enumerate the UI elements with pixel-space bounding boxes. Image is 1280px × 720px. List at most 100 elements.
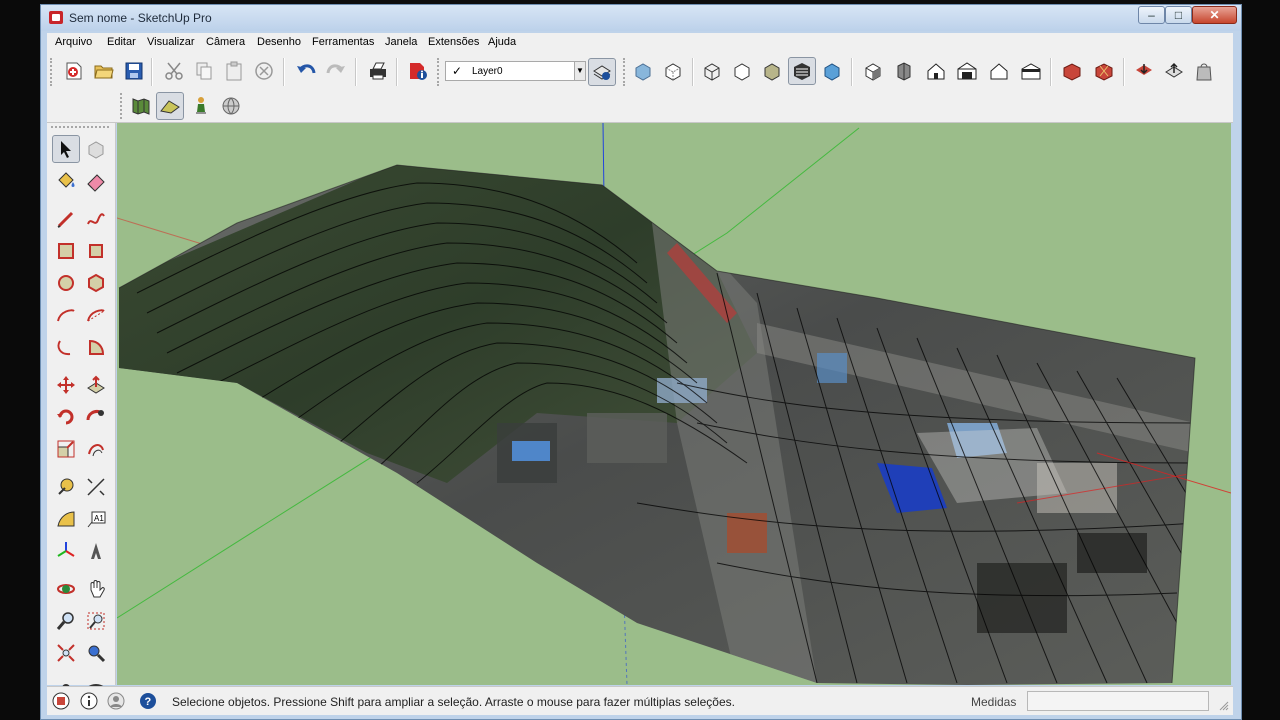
protractor-icon[interactable] [52, 505, 80, 533]
model-viewport[interactable]: Image © 2015 DigitalGlobe | Terrametrics… [117, 123, 1231, 685]
menu-arquivo[interactable]: Arquivo [55, 36, 92, 48]
eraser-icon[interactable] [82, 167, 110, 195]
three-point-arc-icon[interactable] [52, 333, 80, 361]
menu-camera[interactable]: Câmera [206, 36, 245, 48]
rotated-rectangle-icon[interactable] [82, 237, 110, 265]
select-icon[interactable] [52, 135, 80, 163]
toolbar-grip[interactable] [50, 58, 55, 86]
palette-grip[interactable] [51, 126, 109, 131]
left-view-icon[interactable] [1017, 57, 1045, 85]
push-pull-icon[interactable] [82, 371, 110, 399]
iso-view-icon[interactable] [859, 57, 887, 85]
back-view-icon[interactable] [985, 57, 1013, 85]
freehand-icon[interactable] [82, 205, 110, 233]
shaded-textures-icon[interactable] [788, 57, 816, 85]
front-view-icon[interactable] [922, 57, 950, 85]
shaded-icon[interactable] [758, 57, 786, 85]
maximize-button[interactable]: □ [1165, 6, 1192, 24]
close-button[interactable]: ✕ [1192, 6, 1237, 24]
dimension-icon[interactable] [82, 473, 110, 501]
toggle-terrain-icon[interactable] [156, 92, 184, 120]
axes-icon[interactable] [52, 537, 80, 565]
toolbar-separator [283, 58, 285, 86]
sketchup-logo-icon [49, 11, 63, 24]
rotate-icon[interactable] [52, 403, 80, 431]
zoom-window-icon[interactable] [82, 607, 110, 635]
back-edges-icon[interactable] [659, 57, 687, 85]
layer-select[interactable]: ✓ Layer0 [445, 61, 575, 81]
measurements-input[interactable] [1027, 691, 1209, 711]
title-bar[interactable]: Sem nome - SketchUp Pro – □ ✕ [41, 5, 1241, 31]
resize-grip-icon[interactable] [1219, 701, 1229, 711]
share-model-icon[interactable] [1160, 57, 1188, 85]
extension-warehouse-icon[interactable] [1090, 57, 1118, 85]
paste-icon[interactable] [220, 57, 248, 85]
credits-icon[interactable] [80, 692, 98, 710]
redo-icon[interactable] [322, 57, 350, 85]
street-view-icon[interactable] [217, 92, 245, 120]
two-point-arc-icon[interactable] [82, 301, 110, 329]
status-message: Selecione objetos. Pressione Shift para … [172, 695, 735, 709]
make-component-icon[interactable] [82, 135, 110, 163]
scale-icon[interactable] [52, 435, 80, 463]
monochrome-icon[interactable] [818, 57, 846, 85]
copy-icon[interactable] [190, 57, 218, 85]
add-location-icon[interactable] [127, 92, 155, 120]
user-account-icon[interactable] [107, 692, 125, 710]
right-view-icon[interactable] [953, 57, 981, 85]
svg-text:A1: A1 [94, 514, 104, 523]
toolbar-grip[interactable] [437, 58, 442, 86]
menu-desenho[interactable]: Desenho [257, 36, 301, 48]
model-info-icon[interactable] [404, 57, 432, 85]
menu-ferramentas[interactable]: Ferramentas [312, 36, 374, 48]
polygon-icon[interactable] [82, 269, 110, 297]
menu-janela[interactable]: Janela [385, 36, 417, 48]
get-models-icon[interactable] [1130, 57, 1158, 85]
paint-bucket-icon[interactable] [52, 167, 80, 195]
location-toolbar [47, 90, 1233, 123]
xray-icon[interactable] [629, 57, 657, 85]
menu-editar[interactable]: Editar [107, 36, 136, 48]
menu-extensoes[interactable]: Extensões [428, 36, 479, 48]
zoom-icon[interactable] [52, 607, 80, 635]
pie-icon[interactable] [82, 333, 110, 361]
hidden-line-icon[interactable] [728, 57, 756, 85]
minimize-button[interactable]: – [1138, 6, 1165, 24]
top-view-icon[interactable] [890, 57, 918, 85]
wireframe-icon[interactable] [698, 57, 726, 85]
line-icon[interactable] [52, 205, 80, 233]
toolbar-grip[interactable] [623, 58, 628, 86]
help-icon[interactable]: ? [139, 692, 157, 710]
zoom-extents-icon[interactable] [52, 639, 80, 667]
open-folder-icon[interactable] [90, 57, 118, 85]
new-file-icon[interactable] [60, 57, 88, 85]
follow-me-icon[interactable] [82, 403, 110, 431]
previous-view-icon[interactable] [82, 639, 110, 667]
orbit-icon[interactable] [52, 575, 80, 603]
toolbar-separator [1050, 58, 1052, 86]
menu-visualizar[interactable]: Visualizar [147, 36, 195, 48]
circle-icon[interactable] [52, 269, 80, 297]
send-to-layout-icon[interactable] [1190, 57, 1218, 85]
3d-text-icon[interactable] [82, 537, 110, 565]
3d-warehouse-icon[interactable] [1058, 57, 1086, 85]
photo-textures-icon[interactable] [187, 92, 215, 120]
save-icon[interactable] [120, 57, 148, 85]
layer-manager-icon[interactable] [588, 58, 616, 86]
offset-icon[interactable] [82, 435, 110, 463]
pan-icon[interactable] [82, 575, 110, 603]
erase-icon[interactable] [250, 57, 278, 85]
undo-icon[interactable] [292, 57, 320, 85]
move-icon[interactable] [52, 371, 80, 399]
layer-dropdown-arrow[interactable]: ▼ [574, 61, 586, 81]
arc-icon[interactable] [52, 301, 80, 329]
geo-location-icon[interactable] [52, 692, 70, 710]
tape-measure-icon[interactable] [52, 473, 80, 501]
menu-ajuda[interactable]: Ajuda [488, 36, 516, 48]
text-icon[interactable]: A1 [82, 505, 110, 533]
cut-icon[interactable] [160, 57, 188, 85]
toolbar-grip[interactable] [120, 93, 125, 119]
toolbar-separator [355, 58, 357, 86]
rectangle-icon[interactable] [52, 237, 80, 265]
print-icon[interactable] [364, 57, 392, 85]
